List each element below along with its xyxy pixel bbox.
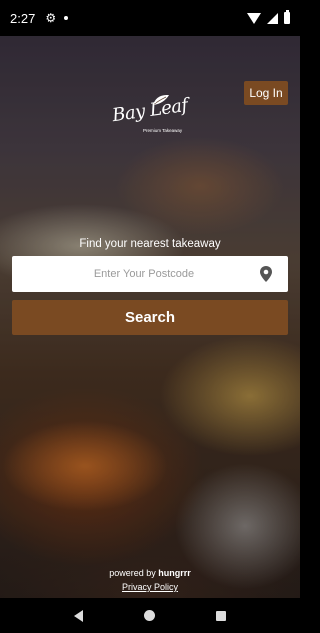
signal-icon <box>267 12 278 24</box>
wifi-icon <box>247 12 261 24</box>
search-button[interactable]: Search <box>12 300 288 335</box>
status-bar: 2:27 ⚙ <box>0 0 300 36</box>
powered-by: powered by hungrrr <box>0 568 300 578</box>
brand-logo: Bay Leaf Premium Takeaway <box>108 92 189 136</box>
privacy-policy-link[interactable]: Privacy Policy <box>0 582 300 592</box>
back-icon[interactable] <box>74 609 84 622</box>
battery-icon <box>284 10 290 24</box>
recents-icon[interactable] <box>215 610 226 621</box>
login-button[interactable]: Log In <box>244 81 288 105</box>
map-pin-icon[interactable] <box>258 265 274 283</box>
find-heading: Find your nearest takeaway <box>79 238 221 250</box>
logo-script: Bay Leaf <box>110 94 189 127</box>
postcode-input[interactable] <box>12 256 258 292</box>
postcode-search-box <box>12 256 288 292</box>
home-icon[interactable] <box>143 610 155 621</box>
navigation-bar <box>0 598 300 633</box>
status-time: 2:27 <box>10 10 36 26</box>
gear-icon: ⚙ <box>45 11 57 25</box>
app-screen: 2:27 ⚙ Log In Bay Leaf Premium Takeaway … <box>0 0 300 633</box>
logo-tagline: Premium Takeaway <box>143 128 183 133</box>
status-icons <box>247 10 290 24</box>
notification-dot-icon <box>64 16 69 20</box>
powered-prefix: powered by <box>109 568 156 578</box>
powered-brand: hungrrr <box>158 568 191 578</box>
